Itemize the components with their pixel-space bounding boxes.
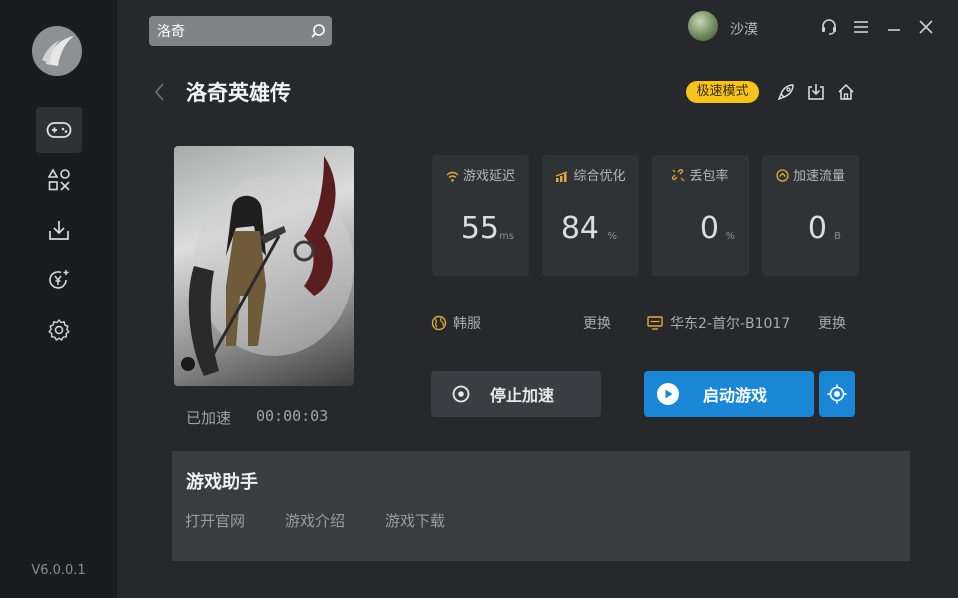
flow-icon [776, 169, 789, 186]
node-name: 华东2-首尔-B1017 [670, 316, 791, 332]
stat-card-packet-loss: 丢包率 0 % [652, 155, 749, 276]
close-icon[interactable] [917, 18, 935, 36]
stat-card-latency: 游戏延迟 55 ms [432, 155, 529, 276]
launch-game-label: 启动游戏 [703, 386, 768, 405]
stat-label: 综合优化 [573, 169, 626, 184]
locate-target-button[interactable] [819, 371, 855, 417]
sidebar-item-games[interactable] [36, 107, 82, 153]
stat-unit: % [725, 231, 735, 242]
sidebar: V6.0.0.1 [0, 0, 117, 598]
target-icon [827, 384, 847, 404]
stat-value: 55 [460, 211, 499, 246]
stat-card-optimization: 综合优化 84 % [542, 155, 639, 276]
stat-unit: ms [499, 231, 514, 242]
change-region-link[interactable]: 更换 [583, 313, 611, 333]
sidebar-item-settings[interactable] [36, 307, 82, 353]
game-assistant-panel: 游戏助手 打开官网 游戏介绍 游戏下载 [172, 451, 910, 561]
node-selector: 华东2-首尔-B1017 [647, 313, 790, 334]
stop-circle-icon [452, 385, 470, 403]
yen-coin-icon [49, 270, 69, 289]
search-input[interactable] [157, 20, 307, 42]
assistant-title: 游戏助手 [186, 472, 258, 493]
back-chevron-icon[interactable] [153, 82, 165, 106]
region-selector: 韩服 [431, 313, 481, 335]
server-node-icon [647, 316, 663, 334]
sidebar-item-rewards[interactable] [36, 257, 82, 303]
stat-value: 0 [699, 211, 719, 246]
app-logo [32, 26, 82, 76]
globe-icon [431, 315, 447, 335]
launch-game-button[interactable]: 启动游戏 [644, 371, 814, 417]
signal-bars-icon [555, 171, 569, 186]
speed-mode-badge[interactable]: 极速模式 [686, 81, 759, 103]
stat-unit: % [607, 231, 617, 242]
wifi-icon [446, 171, 459, 186]
game-cover-image [174, 146, 354, 386]
stop-acceleration-label: 停止加速 [490, 386, 555, 405]
search-box[interactable] [149, 16, 332, 46]
home-icon[interactable] [836, 82, 856, 102]
support-headset-icon[interactable] [820, 18, 838, 36]
stat-label: 加速流量 [792, 169, 845, 184]
download-icon [49, 221, 69, 240]
user-avatar[interactable] [688, 11, 718, 41]
sidebar-item-downloads[interactable] [36, 207, 82, 253]
username[interactable]: 沙漠 [730, 19, 758, 39]
stat-unit: B [834, 231, 841, 242]
acceleration-timer: 00:00:03 [256, 407, 329, 425]
stat-card-traffic: 加速流量 0 B [762, 155, 859, 276]
stop-acceleration-button[interactable]: 停止加速 [431, 371, 601, 417]
game-intro-link[interactable]: 游戏介绍 [285, 510, 345, 531]
stat-label: 丢包率 [689, 169, 729, 184]
rocket-icon[interactable] [776, 82, 796, 102]
broken-link-icon [672, 168, 685, 186]
search-icon[interactable] [310, 23, 326, 43]
play-icon [657, 383, 679, 405]
gamepad-icon [46, 122, 72, 138]
stat-value: 84 [560, 211, 599, 246]
apps-icon [47, 168, 70, 191]
page-title: 洛奇英雄传 [186, 81, 291, 105]
settings-gear-icon [48, 319, 70, 341]
change-node-link[interactable]: 更换 [818, 313, 846, 333]
acceleration-status: 已加速 [186, 409, 232, 427]
minimize-icon[interactable] [885, 18, 903, 36]
install-download-icon[interactable] [806, 82, 826, 102]
stat-label: 游戏延迟 [462, 169, 515, 184]
region-name: 韩服 [453, 316, 481, 332]
menu-icon[interactable] [852, 18, 870, 36]
official-site-link[interactable]: 打开官网 [185, 510, 245, 531]
game-download-link[interactable]: 游戏下载 [385, 510, 445, 531]
sidebar-item-apps[interactable] [36, 157, 82, 203]
app-version: V6.0.0.1 [31, 563, 86, 578]
stat-value: 0 [807, 211, 827, 246]
